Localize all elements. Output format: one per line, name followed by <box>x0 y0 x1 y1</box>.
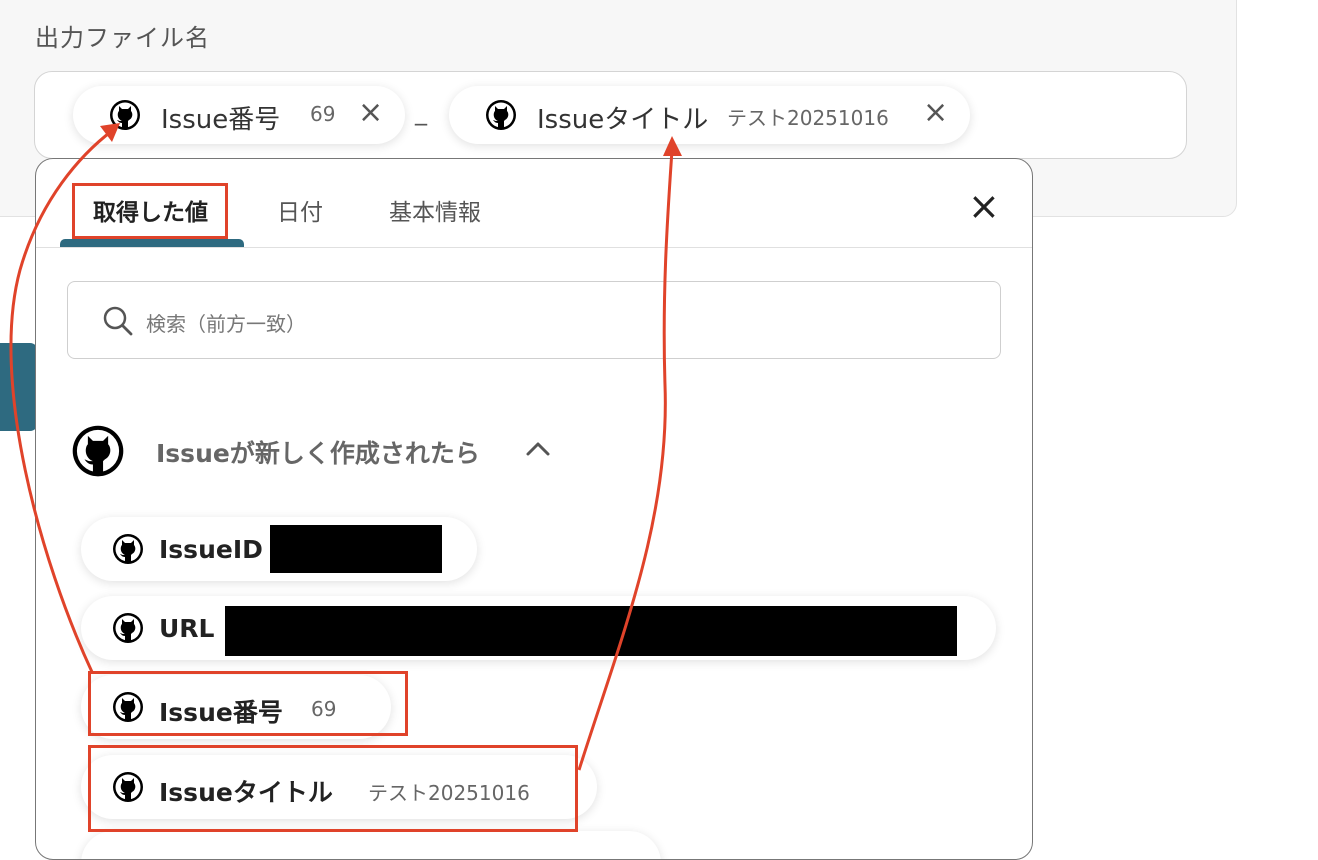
annotation-arrows <box>9 123 682 771</box>
list-item[interactable] <box>81 831 661 859</box>
